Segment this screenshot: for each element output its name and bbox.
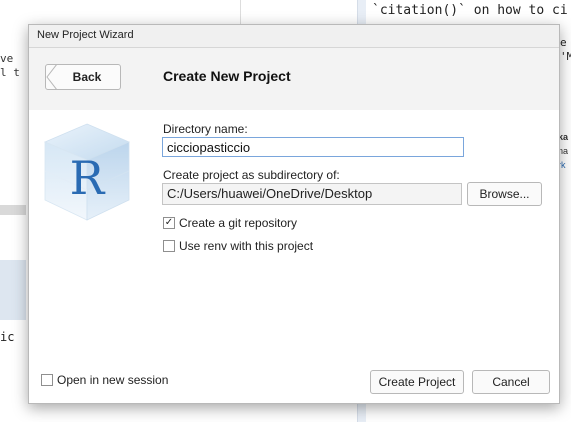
renv-checkbox[interactable] [163,240,175,252]
cancel-button[interactable]: Cancel [472,370,550,394]
subdirectory-path-field[interactable]: C:/Users/huawei/OneDrive/Desktop [162,183,462,205]
browse-button[interactable]: Browse... [467,182,542,206]
background-text-left-2: l t [0,66,20,79]
new-project-wizard-dialog: New Project Wizard Back Create New Proje… [28,24,560,404]
background-divider [240,0,241,24]
dialog-titlebar[interactable]: New Project Wizard [29,25,559,48]
subdirectory-label: Create project as subdirectory of: [163,168,340,182]
renv-option[interactable]: Use renv with this project [163,239,313,253]
background-text-left-3: ic [0,330,15,344]
r-project-logo-icon: R [43,123,131,221]
renv-label: Use renv with this project [179,239,314,253]
git-repository-option[interactable]: ✓ Create a git repository [163,216,297,230]
back-arrow-icon [46,64,57,90]
open-new-session-label: Open in new session [57,373,169,387]
open-new-session-option[interactable]: Open in new session [41,373,168,387]
create-project-button[interactable]: Create Project [370,370,464,394]
wizard-content: R Directory name: Create project as subd… [29,110,559,403]
back-button[interactable]: Back [45,64,121,90]
directory-name-label: Directory name: [163,122,248,136]
background-text-right-2: 'M [560,50,571,63]
dialog-title: New Project Wizard [37,29,134,41]
back-button-label: Back [72,70,102,84]
git-repository-checkbox[interactable]: ✓ [163,217,175,229]
wizard-header: Back Create New Project [29,48,559,110]
wizard-title: Create New Project [163,68,291,84]
background-panel [0,260,26,320]
git-repository-label: Create a git repository [179,216,298,230]
background-console-text: `citation()` on how to ci [372,3,568,18]
background-panel-2 [0,205,26,215]
open-new-session-checkbox[interactable] [41,374,53,386]
background-text-left-1: ve [0,52,14,65]
background-text-right-1: e [560,36,567,49]
r-logo-letter: R [70,151,106,205]
directory-name-input[interactable] [162,137,464,157]
